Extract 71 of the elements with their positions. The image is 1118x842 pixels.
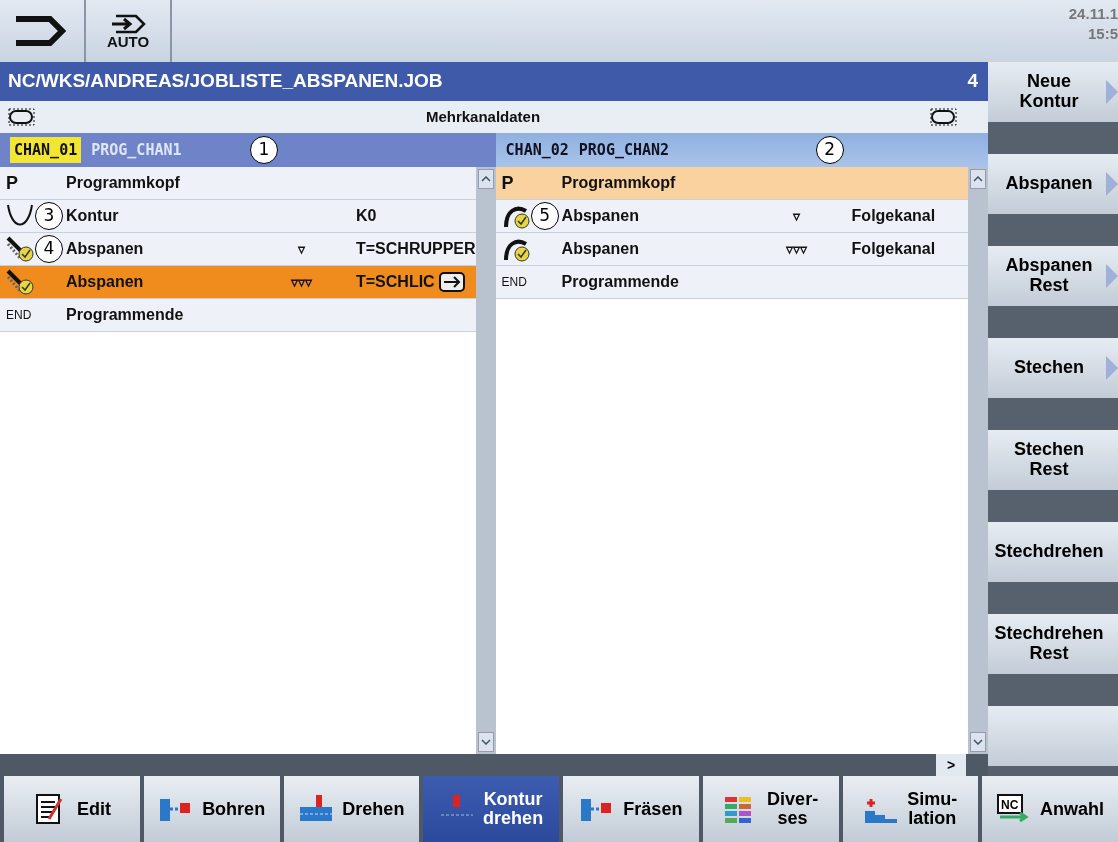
step-value: T=SCHLIC [356,272,435,292]
quality-marks: ▿▿▿ [786,240,808,257]
date-text: 24.11.1 [1067,4,1118,24]
step-name: Programmkopf [561,173,677,193]
program-step[interactable]: 4 Abspanen ▿ T=SCHRUPPER [0,233,476,266]
step-icon: END [6,306,32,324]
chevron-down-icon [973,739,983,746]
callout-number: 3 [35,202,63,230]
step-name: Programmkopf [66,173,181,193]
step-name: Abspanen [561,239,640,259]
program-step[interactable]: Abspanen ▿▿▿ Folgekanal [495,233,968,266]
softkey[interactable]: Stechdrehen [988,522,1118,582]
softkey-tab[interactable]: Edit [4,776,140,842]
step-value: Folgekanal [851,239,936,259]
softkey[interactable] [988,706,1118,766]
softkey[interactable]: Neue Kontur [988,62,1118,122]
softkey-tab[interactable]: Fräsen [563,776,699,842]
step-value: Folgekanal [851,206,936,226]
step-icon: P [6,169,18,197]
program-name: PROG_CHAN2 [578,139,670,161]
chevron-down-icon [480,739,491,746]
more-button[interactable]: > [936,754,966,776]
program-step[interactable]: P Programmkopf [495,167,968,200]
step-value: K0 [356,206,377,226]
step-name: Abspanen [561,206,640,226]
callout-number: 4 [35,235,63,263]
softkey[interactable]: Stechen [988,338,1118,398]
mode-label: AUTO [106,33,150,49]
program-step[interactable]: 5 Abspanen ▿ Folgekanal [495,200,968,233]
softkey-tab[interactable]: Diver- ses [702,776,839,842]
channel-name: CHAN_01 [10,136,82,164]
program-name: PROG_CHAN1 [91,139,182,161]
softkey-tab[interactable]: Kontur drehen [423,776,559,842]
softkey[interactable]: Abspanen [988,154,1118,214]
channel-count: 4 [967,69,978,94]
program-step[interactable]: 3 Kontur K0 [0,200,476,233]
program-step[interactable]: END Programmende [0,299,476,332]
softkey-tab[interactable]: NC Anwahl [982,776,1118,842]
step-name: Programmende [66,305,185,325]
callout-number: 1 [250,136,278,164]
softkey[interactable]: Stechdrehen Rest [988,614,1118,674]
step-name: Abspanen [66,239,145,259]
softkey-tab[interactable]: Bohren [143,776,280,842]
tool-icon [6,234,34,264]
step-value: T=SCHRUPPER [356,239,476,259]
step-name: Abspanen [66,272,145,292]
step-name: Kontur [66,206,120,226]
channel-name: CHAN_02 [505,139,569,161]
step-icon: P [501,169,514,197]
program-step[interactable]: P Programmkopf [0,167,476,200]
quality-marks: ▿ [297,240,305,257]
subheader-title: Mehrkanaldaten [425,106,541,127]
file-path: NC/WKS/ANDREAS/JOBLISTE_ABSPANEN.JOB [8,69,443,94]
callout-number: 2 [815,136,844,164]
program-step[interactable]: END Programmende [495,266,968,299]
chevron-up-icon [973,176,983,183]
softkey[interactable]: Stechen Rest [988,430,1118,490]
softkey-tab[interactable]: Simu- lation [842,776,979,842]
chevron-up-icon [480,176,491,183]
channel-icon [930,108,958,126]
softkey[interactable]: Abspanen Rest [988,246,1118,306]
channel-icon [8,108,36,126]
program-step[interactable]: Abspanen ▿▿▿ T=SCHLIC [0,266,476,299]
step-name: Programmende [561,272,680,292]
tool-icon [6,267,34,297]
step-icon: END [501,273,527,291]
softkey-tab[interactable]: Drehen [283,776,420,842]
time-text: 15:5 [1086,23,1118,43]
callout-number: 5 [530,202,559,230]
quality-marks: ▿▿▿ [290,273,312,290]
quality-marks: ▿ [793,207,801,224]
